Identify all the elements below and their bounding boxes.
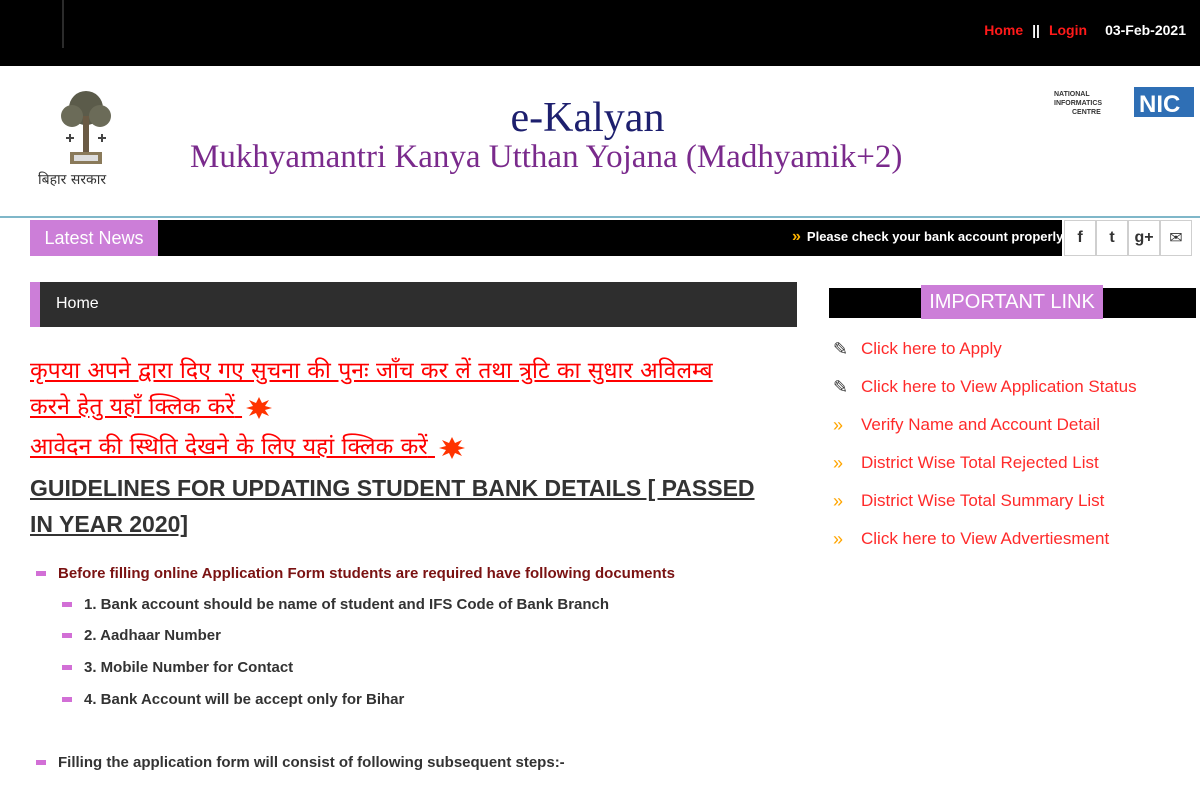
facebook-icon[interactable]: f — [1064, 220, 1096, 256]
new-badge-icon — [438, 436, 465, 459]
guidelines-heading[interactable]: GUIDELINES FOR UPDATING STUDENT BANK DET… — [30, 470, 770, 542]
google-plus-icon[interactable]: g+ — [1128, 220, 1160, 256]
svg-text:INFORMATICS: INFORMATICS — [1054, 100, 1102, 107]
latest-news-label: Latest News — [30, 220, 158, 256]
site-subtitle: Mukhyamantri Kanya Utthan Yojana (Madhya… — [190, 139, 903, 175]
svg-text:NIC: NIC — [1139, 91, 1180, 118]
breadcrumb: Home — [30, 282, 797, 327]
important-link-verify[interactable]: » Verify Name and Account Detail — [833, 406, 1137, 444]
svg-text:CENTRE: CENTRE — [1072, 109, 1101, 116]
social-icons: f t g+ ✉ — [1064, 220, 1192, 256]
emblem-caption: बिहार सरकार — [38, 172, 107, 188]
news-ticker[interactable]: » Please check your bank account properly — [792, 228, 1062, 246]
new-badge-icon — [246, 396, 273, 419]
notice-status-text[interactable]: आवेदन की स्थिति देखने के लिए यहां क्लिक … — [30, 434, 428, 460]
important-link-label-text[interactable]: Click here to View Advertiesment — [861, 529, 1109, 549]
home-link[interactable]: Home — [984, 22, 1023, 38]
list-item: 2. Aadhaar Number — [62, 627, 609, 659]
current-date: 03-Feb-2021 — [1105, 22, 1186, 38]
notice-status-link[interactable]: आवेदन की स्थिति देखने के लिए यहां क्लिक … — [30, 430, 465, 464]
site-title: e-Kalyan — [510, 95, 665, 141]
top-bar-divider — [62, 0, 64, 48]
news-ticker-text: Please check your bank account properly — [806, 229, 1062, 244]
list-item: 1. Bank account should be name of studen… — [62, 596, 609, 627]
important-link-status[interactable]: ✎ Click here to View Application Status — [833, 368, 1137, 406]
important-links-list: ✎ Click here to Apply ✎ Click here to Vi… — [833, 330, 1137, 558]
chevron-icon: » — [833, 528, 844, 549]
important-link-label-text[interactable]: District Wise Total Rejected List — [861, 453, 1099, 473]
list-item: Filling the application form will consis… — [36, 754, 565, 771]
twitter-icon[interactable]: t — [1096, 220, 1128, 256]
breadcrumb-home[interactable]: Home — [56, 295, 99, 313]
pen-icon: ✎ — [833, 338, 849, 359]
notice-correction-text[interactable]: करने हेतु यहाँ क्लिक करें — [30, 394, 235, 420]
important-link-label-text[interactable]: Click here to View Application Status — [861, 377, 1137, 397]
notice-correction-link-line1[interactable]: कृपया अपने द्वारा दिए गए सुचना की पुनः ज… — [30, 354, 713, 388]
list-item: 3. Mobile Number for Contact — [62, 659, 609, 691]
list-item: Before filling online Application Form s… — [36, 565, 675, 582]
important-link-label-text[interactable]: Verify Name and Account Detail — [861, 415, 1100, 435]
top-link-separator: || — [1032, 22, 1040, 38]
important-link-apply[interactable]: ✎ Click here to Apply — [833, 330, 1137, 368]
important-link-label: IMPORTANT LINK — [921, 285, 1103, 319]
chevron-icon: » — [833, 490, 844, 511]
important-link-rejected[interactable]: » District Wise Total Rejected List — [833, 444, 1137, 482]
top-links: Home || Login 03-Feb-2021 — [984, 22, 1186, 38]
chevron-right-icon: » — [792, 228, 801, 245]
email-icon[interactable]: ✉ — [1160, 220, 1192, 256]
chevron-icon: » — [833, 452, 844, 473]
site-header: बिहार सरकार e-Kalyan Mukhyamantri Kanya … — [0, 66, 1200, 218]
steps-list: Filling the application form will consis… — [36, 754, 565, 771]
important-link-advertisement[interactable]: » Click here to View Advertiesment — [833, 520, 1137, 558]
chevron-icon: » — [833, 414, 844, 435]
important-link-label-text[interactable]: District Wise Total Summary List — [861, 491, 1104, 511]
pen-icon: ✎ — [833, 376, 849, 397]
svg-text:NATIONAL: NATIONAL — [1054, 91, 1090, 98]
login-link[interactable]: Login — [1049, 22, 1087, 38]
notice-correction-link-line2[interactable]: करने हेतु यहाँ क्लिक करें — [30, 390, 273, 424]
latest-news-bar: Latest News » Please check your bank acco… — [30, 220, 1062, 256]
important-link-summary[interactable]: » District Wise Total Summary List — [833, 482, 1137, 520]
list-item: 4. Bank Account will be accept only for … — [62, 691, 609, 723]
important-link-label-text[interactable]: Click here to Apply — [861, 339, 1002, 359]
guidelines-intro-list: Before filling online Application Form s… — [36, 565, 675, 582]
nic-logo: NATIONAL INFORMATICS CENTRE NIC — [1054, 87, 1194, 118]
top-bar: Home || Login 03-Feb-2021 — [0, 0, 1200, 66]
documents-list: 1. Bank account should be name of studen… — [62, 596, 609, 723]
